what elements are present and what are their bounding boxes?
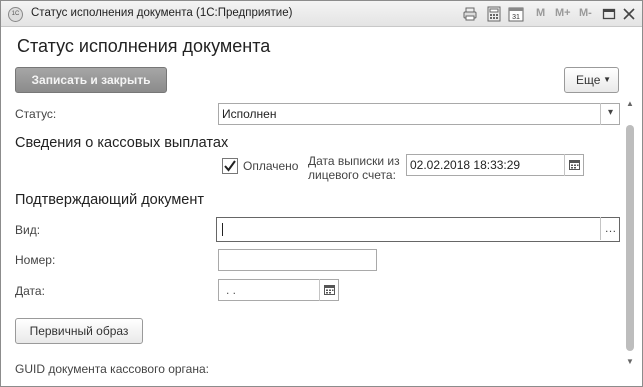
calendar-icon[interactable]: 31 (508, 6, 524, 22)
maximize-icon[interactable] (601, 6, 617, 22)
more-button[interactable]: Еще ▼ (564, 67, 619, 93)
vertical-scrollbar[interactable]: ▲ ▼ (623, 99, 637, 375)
calendar-day-text: 31 (512, 14, 520, 21)
date-calendar-icon[interactable] (319, 279, 339, 301)
form-title: Статус исполнения документа (17, 36, 271, 56)
memory-plus-button[interactable]: M+ (555, 7, 571, 19)
kind-label: Вид: (15, 223, 41, 237)
dropdown-arrow-icon[interactable]: ▾ (600, 103, 620, 125)
number-field[interactable] (218, 249, 377, 271)
close-icon[interactable] (621, 6, 637, 22)
paid-label: Оплачено (243, 159, 299, 173)
cash-section-title: Сведения о кассовых выплатах (15, 135, 229, 151)
scroll-up-icon[interactable]: ▲ (626, 99, 634, 108)
statement-date-label-line1: Дата выписки из (308, 154, 400, 168)
print-icon[interactable] (462, 6, 478, 22)
status-label: Статус: (15, 107, 57, 121)
doc-section-title: Подтверждающий документ (15, 192, 204, 208)
date-field[interactable]: . . (218, 279, 339, 301)
paid-checkbox[interactable] (222, 158, 238, 174)
calendar-picker-icon[interactable] (564, 154, 584, 176)
scroll-thumb[interactable] (626, 125, 634, 351)
statement-date-field[interactable]: 02.02.2018 18:33:29 (406, 154, 584, 176)
number-label: Номер: (15, 253, 56, 267)
date-label: Дата: (15, 284, 45, 298)
memory-minus-button[interactable]: M- (579, 7, 592, 19)
select-ellipsis-button[interactable]: … (600, 217, 620, 240)
statement-date-label-line2: лицевого счета: (308, 168, 396, 182)
guid-label: GUID документа кассового органа: (15, 362, 209, 376)
statement-date-value: 02.02.2018 18:33:29 (410, 158, 521, 172)
text-cursor (222, 223, 223, 236)
memory-m-button[interactable]: M (536, 7, 545, 19)
primary-image-button[interactable]: Первичный образ (15, 318, 143, 344)
checkmark-icon (222, 158, 238, 174)
title-bar: 1С Статус исполнения документа (1С:Предп… (1, 1, 642, 27)
scroll-down-icon[interactable]: ▼ (626, 357, 634, 366)
status-value: Исполнен (222, 107, 277, 121)
save-and-close-button[interactable]: Записать и закрыть (15, 67, 167, 93)
more-button-label: Еще (576, 73, 601, 87)
status-select[interactable]: Исполнен ▾ (218, 103, 620, 125)
chevron-down-icon: ▼ (603, 75, 611, 84)
calculator-icon[interactable] (486, 6, 502, 22)
window-title: Статус исполнения документа (1С:Предприя… (31, 7, 293, 19)
document-status-window: 1С Статус исполнения документа (1С:Предп… (0, 0, 643, 387)
date-value: . . (226, 283, 237, 297)
kind-field[interactable]: … (216, 217, 620, 242)
app-logo-icon: 1С (8, 7, 23, 22)
